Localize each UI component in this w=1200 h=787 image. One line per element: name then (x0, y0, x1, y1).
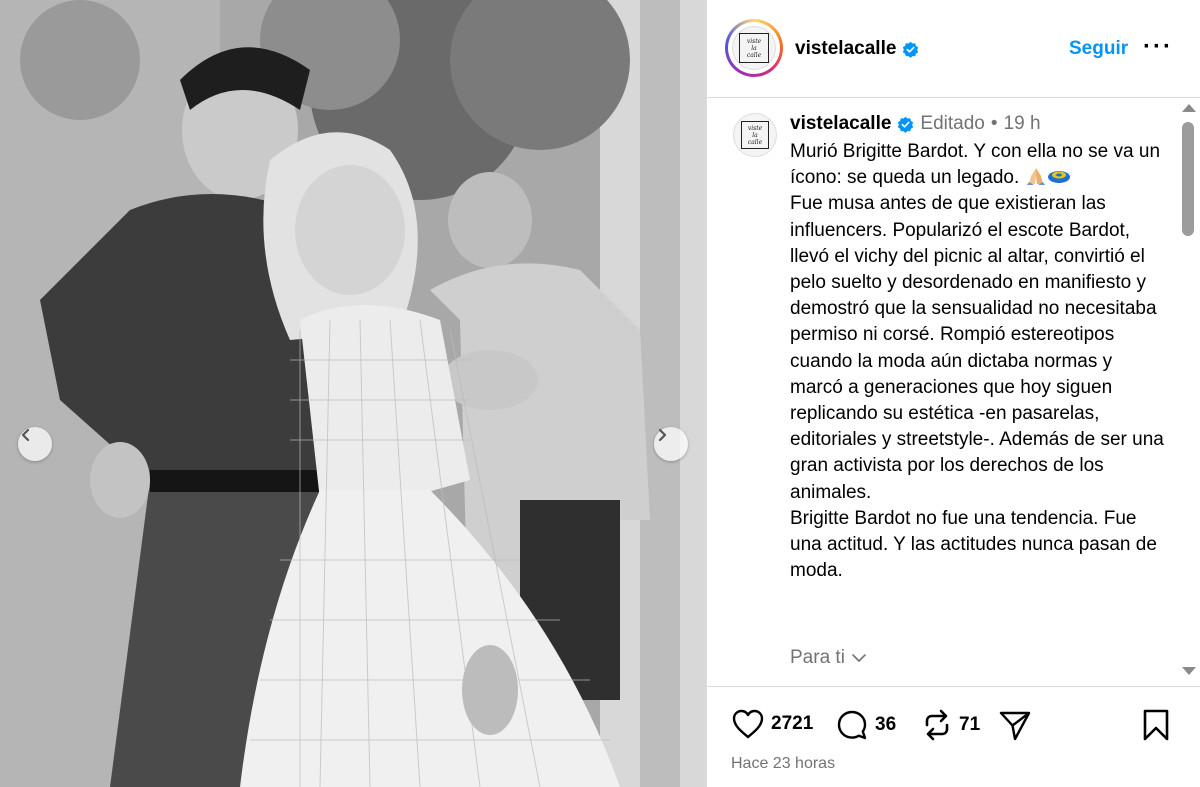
caption-first-sentence: Murió Brigitte Bardot. Y con ella no se … (790, 141, 1161, 189)
caption-text: Murió Brigitte Bardot. Y con ella no se … (790, 139, 1165, 584)
post-header: viste la calle vistelacalle Seguir ··· (707, 0, 1200, 98)
caption-area: viste la calle vistelacalle Editado • 19… (707, 99, 1200, 685)
share-button[interactable] (997, 708, 1033, 742)
chevron-left-icon (21, 428, 30, 442)
post-timestamp[interactable]: Hace 23 horas (731, 755, 835, 773)
brand-logo: viste la calle (732, 26, 776, 70)
repost-icon (925, 709, 949, 741)
meta-separator: • (990, 113, 998, 134)
comment-count: 36 (875, 714, 897, 735)
caption-body: Fue musa antes de que existieran las inf… (790, 193, 1164, 582)
scroll-thumb[interactable] (1182, 122, 1194, 236)
comment-icon (837, 710, 867, 740)
verified-badge-icon (898, 116, 914, 133)
comment-button[interactable]: 36 (835, 708, 896, 742)
chevron-down-icon (852, 654, 866, 662)
brand-logo: viste la calle (741, 121, 769, 149)
caption-header: vistelacalle Editado • 19 h (790, 113, 1041, 135)
more-options-button[interactable]: ··· (1143, 35, 1173, 59)
post-side-panel: viste la calle vistelacalle Seguir ··· v… (706, 0, 1200, 787)
profile-avatar[interactable]: viste la calle (725, 19, 783, 77)
caption-scrollbar[interactable] (1177, 100, 1199, 685)
repost-button[interactable]: 71 (921, 708, 980, 742)
previous-photo-button[interactable] (18, 427, 52, 461)
post-time-ago[interactable]: 19 h (1004, 113, 1041, 135)
post-photo[interactable] (0, 0, 706, 787)
post-actions: 2721 36 71 Hace 23 horas (707, 686, 1200, 787)
bookmark-icon (1143, 709, 1169, 741)
heart-icon (732, 709, 764, 739)
black-and-white-photo (0, 0, 706, 787)
send-icon (999, 711, 1031, 741)
caption-avatar[interactable]: viste la calle (733, 113, 777, 157)
edited-label: Editado (920, 113, 985, 134)
like-button[interactable]: 2721 (731, 708, 813, 740)
chevron-right-icon (658, 428, 667, 442)
caption-username-link[interactable]: vistelacalle (790, 113, 891, 135)
for-you-toggle[interactable]: Para ti (790, 647, 867, 669)
folded-hands-emoji (1026, 168, 1045, 186)
scroll-down-arrow-icon[interactable] (1182, 667, 1196, 675)
save-button[interactable] (1141, 708, 1171, 742)
scroll-up-arrow-icon[interactable] (1182, 104, 1196, 112)
follow-button[interactable]: Seguir (1069, 38, 1128, 60)
flying-disc-emoji (1047, 171, 1070, 184)
like-count: 2721 (771, 713, 814, 734)
verified-badge-icon (903, 41, 919, 58)
repost-count: 71 (959, 714, 981, 735)
next-photo-button[interactable] (654, 427, 688, 461)
header-username-link[interactable]: vistelacalle (795, 38, 919, 60)
